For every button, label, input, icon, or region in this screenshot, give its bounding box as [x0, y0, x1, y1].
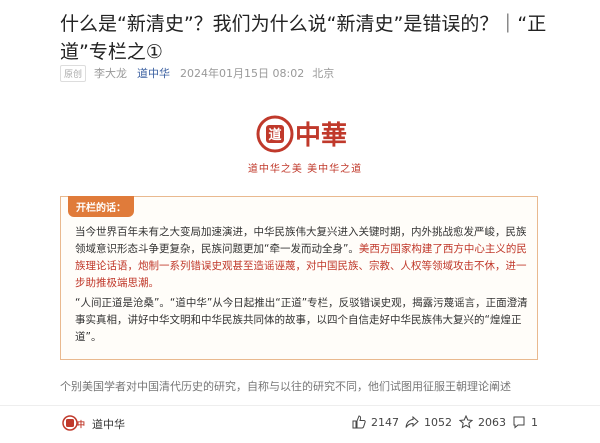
- svg-text:道: 道: [268, 127, 281, 143]
- favorite-button[interactable]: 2063: [459, 415, 506, 429]
- share-button[interactable]: 1052: [405, 415, 452, 429]
- comment-icon: [513, 416, 525, 429]
- account-name[interactable]: 道中华: [92, 416, 125, 432]
- author-name[interactable]: 李大龙: [94, 65, 127, 81]
- favorite-count: 2063: [478, 415, 506, 429]
- original-tag: 原创: [60, 64, 87, 82]
- comment-count: 1: [531, 415, 538, 429]
- intro-paragraph-1: 当今世界百年未有之大变局加速演进，中华民族伟大复兴进入关键时期，内外挑战愈发严峻…: [75, 226, 527, 289]
- intro-paragraph-2: “人间正道是沧桑”。“道中华”从今日起推出“正道”专栏，反驳错误史观，揭露污蔑谣…: [75, 297, 528, 343]
- publish-location: 北京: [312, 67, 335, 80]
- account-avatar-icon[interactable]: 中: [62, 414, 86, 432]
- article-title: 什么是“新清史”？我们为什么说“新清史”是错误的？｜“正道”专栏之①: [60, 13, 547, 63]
- share-icon: [405, 415, 419, 428]
- intro-heading: 开栏的话：: [68, 196, 134, 217]
- share-count: 1052: [424, 415, 452, 429]
- article-meta: 原创 李大龙 道中华 2024年01月15日 08:02 北京: [60, 64, 334, 82]
- like-button[interactable]: 2147: [352, 415, 399, 429]
- publish-datetime: 2024年01月15日 08:02: [180, 67, 305, 80]
- svg-text:中: 中: [77, 419, 85, 429]
- brand-logo: 道 中華: [255, 112, 375, 156]
- brand-slogan: 道中华之美 美中华之道: [247, 164, 363, 175]
- thumbs-up-icon: [352, 415, 366, 429]
- comment-button[interactable]: 1: [512, 415, 538, 429]
- svg-text:中華: 中華: [295, 121, 347, 151]
- star-icon: [459, 415, 473, 429]
- article-excerpt: 个别美国学者对中国清代历史的研究，自称与以往的研究不同，他们试图用征服王朝理论阐…: [60, 380, 511, 393]
- source-link[interactable]: 道中华: [137, 65, 170, 81]
- like-count: 2147: [371, 415, 399, 429]
- article-footer: 中 道中华 2147 1052 2063 1: [0, 405, 600, 443]
- intro-box: 开栏的话： 当今世界百年未有之大变局加速演进，中华民族伟大复兴进入关键时期，内外…: [60, 196, 538, 360]
